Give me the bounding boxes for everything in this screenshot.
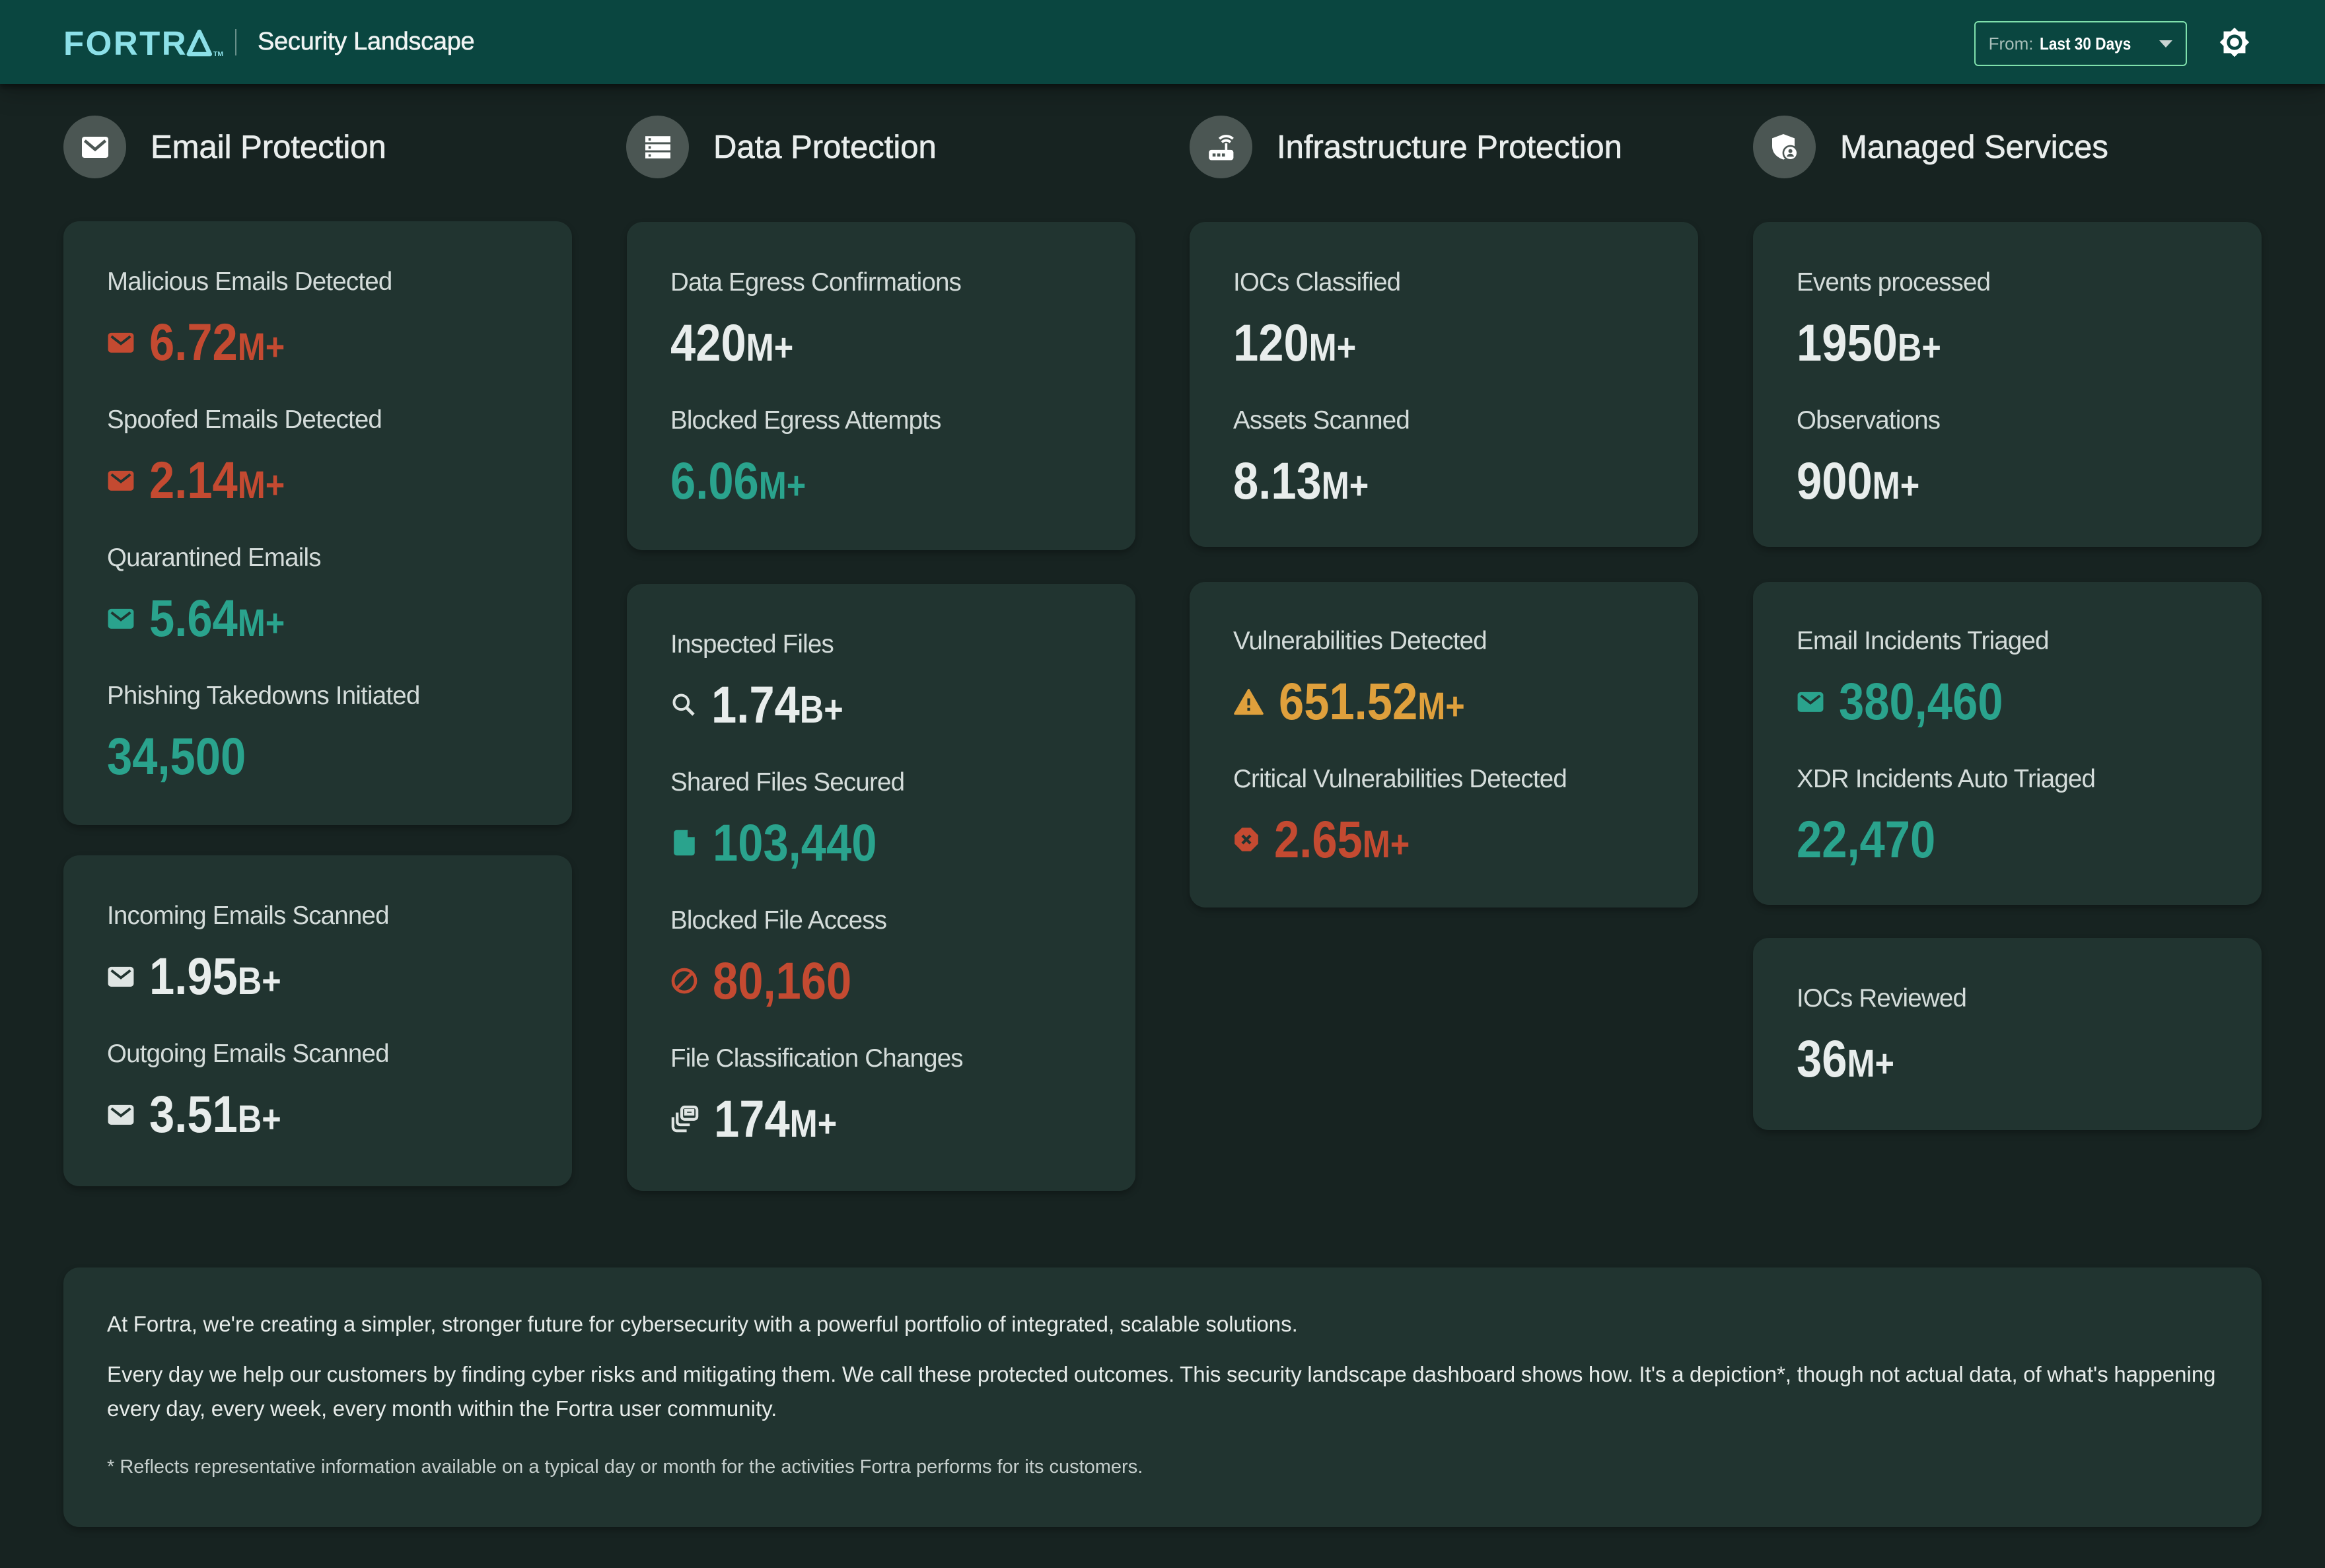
svg-text:FORTR: FORTR bbox=[63, 25, 188, 62]
svg-text:TM: TM bbox=[213, 50, 223, 58]
